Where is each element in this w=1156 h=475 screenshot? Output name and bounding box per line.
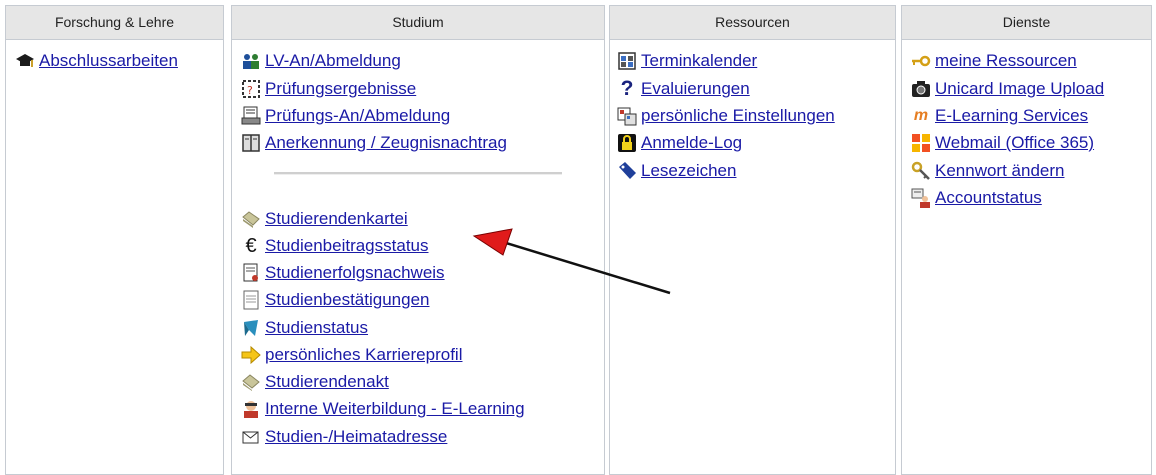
office-icon xyxy=(911,133,931,153)
link-heimatadresse[interactable]: Studien-/Heimatadresse xyxy=(241,424,447,450)
settings-icon xyxy=(617,106,637,126)
arrow-right-icon xyxy=(241,345,261,365)
column-header: Dienste xyxy=(902,6,1151,40)
link-kennwort-aendern[interactable]: Kennwort ändern xyxy=(911,158,1064,184)
link-abschlussarbeiten[interactable]: Abschlussarbeiten xyxy=(15,48,178,74)
envelope-icon xyxy=(241,427,261,447)
calendar-icon xyxy=(617,51,637,71)
link-label[interactable]: Lesezeichen xyxy=(641,161,736,181)
link-einstellungen[interactable]: persönliche Einstellungen xyxy=(617,103,835,129)
link-anerkennung[interactable]: Anerkennung / Zeugnisnachtrag xyxy=(241,130,507,156)
password-key-icon xyxy=(911,161,931,181)
link-studierendenkartei[interactable]: Studierendenkartei xyxy=(241,206,408,232)
link-label[interactable]: Studienbestätigungen xyxy=(265,290,429,310)
link-label[interactable]: Studierendenkartei xyxy=(265,209,408,229)
link-label[interactable]: Studien-/Heimatadresse xyxy=(265,427,447,447)
column-forschung-lehre: Forschung & Lehre Abschlussarbeiten xyxy=(5,5,224,475)
moodle-icon: m xyxy=(913,107,929,124)
graduation-cap-icon xyxy=(15,51,35,71)
link-studienstatus[interactable]: Studienstatus xyxy=(241,315,368,341)
link-label[interactable]: Studierendenakt xyxy=(265,372,389,392)
link-label[interactable]: Prüfungsergebnisse xyxy=(265,79,416,99)
column-ressourcen: Ressourcen Terminkalender ? Evaluierunge… xyxy=(609,5,896,475)
link-label[interactable]: E-Learning Services xyxy=(935,106,1088,126)
link-label[interactable]: Abschlussarbeiten xyxy=(39,51,178,71)
link-studienerfolgsnachweis[interactable]: Studienerfolgsnachweis xyxy=(241,260,445,286)
link-studierendenakt[interactable]: Studierendenakt xyxy=(241,369,389,395)
link-label[interactable]: Webmail (Office 365) xyxy=(935,133,1094,153)
separator xyxy=(274,172,562,175)
link-label[interactable]: LV-An/Abmeldung xyxy=(265,51,401,71)
lock-icon xyxy=(617,133,637,153)
svg-text:?: ? xyxy=(247,84,253,97)
link-label[interactable]: Studienerfolgsnachweis xyxy=(265,263,445,283)
learning-icon xyxy=(241,399,261,419)
column-header: Studium xyxy=(232,6,604,40)
link-elearning-services[interactable]: m E-Learning Services xyxy=(911,103,1088,129)
link-pruefungsergebnisse[interactable]: ? Prüfungsergebnisse xyxy=(241,76,416,102)
camera-icon xyxy=(911,79,931,99)
link-weiterbildung[interactable]: Interne Weiterbildung - E-Learning xyxy=(241,396,525,422)
link-label[interactable]: Studienstatus xyxy=(265,318,368,338)
link-label[interactable]: meine Ressourcen xyxy=(935,51,1077,71)
link-accountstatus[interactable]: Accountstatus xyxy=(911,185,1042,211)
link-lesezeichen[interactable]: Lesezeichen xyxy=(617,158,736,184)
link-label[interactable]: Prüfungs-An/Abmeldung xyxy=(265,106,450,126)
link-label[interactable]: Anmelde-Log xyxy=(641,133,742,153)
status-icon xyxy=(241,318,261,338)
euro-icon: € xyxy=(245,235,257,257)
link-unicard-upload[interactable]: Unicard Image Upload xyxy=(911,76,1104,102)
link-lv-an-abmeldung[interactable]: LV-An/Abmeldung xyxy=(241,48,401,74)
link-pruefungs-an-abmeldung[interactable]: Prüfungs-An/Abmeldung xyxy=(241,103,450,129)
column-studium: Studium LV-An/Abmeldung ? Prüfungsergebn… xyxy=(231,5,605,475)
link-label[interactable]: Interne Weiterbildung - E-Learning xyxy=(265,399,525,419)
document-icon xyxy=(241,290,261,310)
link-meine-ressourcen[interactable]: meine Ressourcen xyxy=(911,48,1077,74)
column-header: Ressourcen xyxy=(610,6,895,40)
column-header: Forschung & Lehre xyxy=(6,6,223,40)
link-anmelde-log[interactable]: Anmelde-Log xyxy=(617,130,742,156)
bookmark-icon xyxy=(617,161,637,181)
link-terminkalender[interactable]: Terminkalender xyxy=(617,48,757,74)
link-evaluierungen[interactable]: ? Evaluierungen xyxy=(617,76,750,102)
link-label[interactable]: Anerkennung / Zeugnisnachtrag xyxy=(265,133,507,153)
link-label[interactable]: Accountstatus xyxy=(935,188,1042,208)
file-stack-icon xyxy=(241,372,261,392)
link-label[interactable]: persönliche Einstellungen xyxy=(641,106,835,126)
account-icon xyxy=(911,188,931,208)
printer-icon xyxy=(241,106,261,126)
link-label[interactable]: persönliches Karriereprofil xyxy=(265,345,462,365)
exam-results-icon: ? xyxy=(241,79,261,99)
book-icon xyxy=(241,133,261,153)
link-studienbestaetigungen[interactable]: Studienbestätigungen xyxy=(241,287,429,313)
certificate-icon xyxy=(241,263,261,283)
people-icon xyxy=(241,51,261,71)
question-icon: ? xyxy=(620,77,634,100)
column-dienste: Dienste meine Ressourcen Unicard Image U… xyxy=(901,5,1152,475)
link-label[interactable]: Terminkalender xyxy=(641,51,757,71)
link-label[interactable]: Evaluierungen xyxy=(641,79,750,99)
link-karriereprofil[interactable]: persönliches Karriereprofil xyxy=(241,342,462,368)
link-label[interactable]: Unicard Image Upload xyxy=(935,79,1104,99)
link-label[interactable]: Studienbeitragsstatus xyxy=(265,236,429,256)
link-studienbeitragsstatus[interactable]: € Studienbeitragsstatus xyxy=(241,233,429,259)
key-icon xyxy=(911,51,931,71)
index-card-icon xyxy=(241,209,261,229)
link-webmail[interactable]: Webmail (Office 365) xyxy=(911,130,1094,156)
link-label[interactable]: Kennwort ändern xyxy=(935,161,1064,181)
